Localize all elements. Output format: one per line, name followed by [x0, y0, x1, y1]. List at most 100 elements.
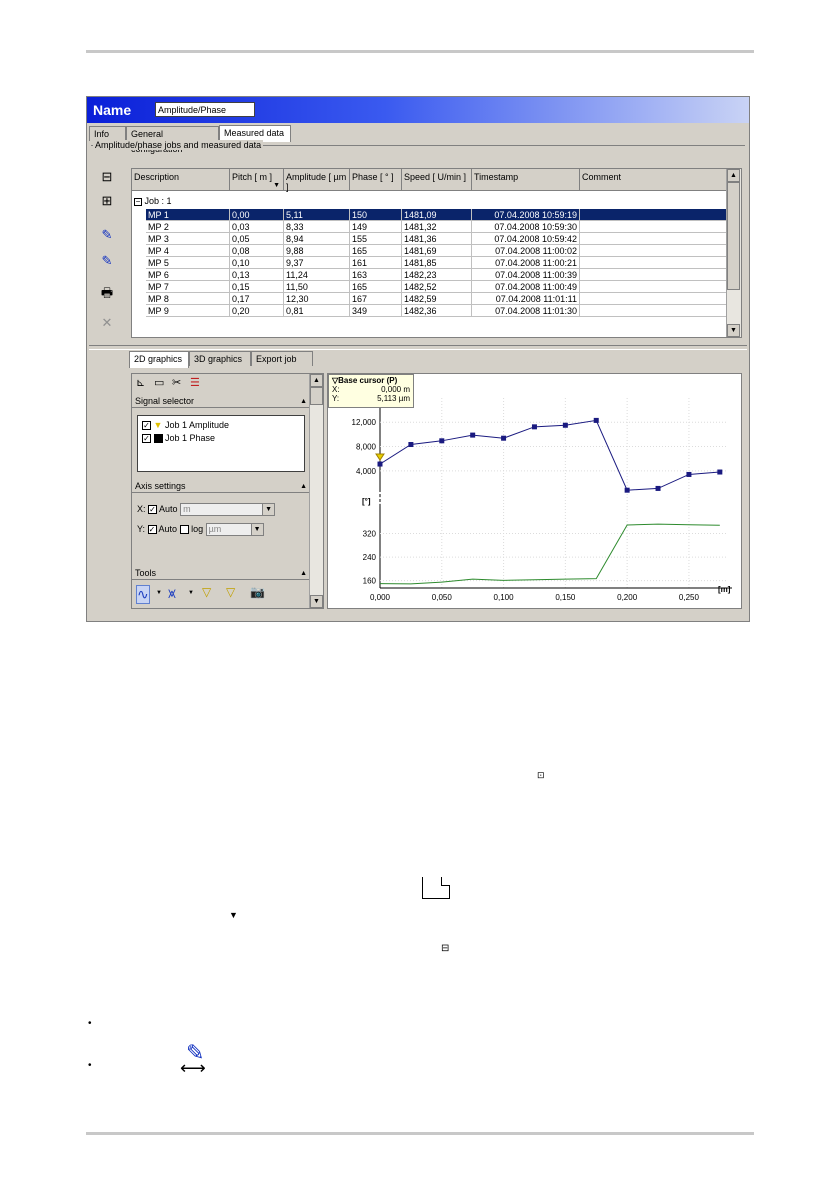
table-cell: MP 4	[146, 245, 230, 257]
table-cell: 9,88	[284, 245, 350, 257]
axis-settings-header[interactable]: Axis settings ▲	[132, 480, 310, 493]
signal-item-phase[interactable]: ✓ Job 1 Phase	[142, 432, 215, 444]
job-collapse-icon[interactable]: −	[134, 197, 142, 206]
edit-measure-icon[interactable]: ✎	[97, 251, 117, 271]
amplitude-series-line	[379, 419, 720, 491]
dropdown-small-icon[interactable]: ▼	[188, 590, 194, 596]
table-cell: 07.04.2008 10:59:42	[472, 233, 580, 245]
table-row[interactable]: MP 2 0,03 8,33 149 1481,32 07.04.2008 10:59:3…	[132, 221, 728, 233]
table-row[interactable]: MP 6 0,13 11,24 163 1482,23 07.04.2008 11:00:…	[132, 269, 728, 281]
col-header-description[interactable]: Description	[132, 169, 230, 191]
tab-info[interactable]: Info	[89, 126, 126, 141]
table-cell: MP 3	[146, 233, 230, 245]
window-icon[interactable]: ▭	[154, 376, 164, 389]
y-axis-row: Y: ✓ Auto log µm ▼	[137, 522, 264, 537]
panel-scrollbar[interactable]: ▲ ▼	[309, 374, 323, 608]
cursor-title: Base cursor (P)	[338, 376, 398, 385]
col-header-amplitude[interactable]: Amplitude [ µm ]	[284, 169, 350, 192]
collapse-all-icon[interactable]: ⊟	[97, 167, 117, 187]
collapse-up-icon[interactable]: ▲	[300, 567, 307, 580]
peak-tool-icon[interactable]: ⩙	[168, 585, 176, 602]
table-row[interactable]: MP 8 0,17 12,30 167 1482,59 07.04.2008 11:01:…	[132, 293, 728, 305]
cursor-y-label: Y:	[332, 394, 340, 403]
edit-pencil-icon[interactable]: ✎	[97, 225, 117, 245]
table-row[interactable]: MP 9 0,20 0,81 349 1482,36 07.04.2008 11:01:3…	[132, 305, 728, 317]
collapse-up-icon[interactable]: ▲	[300, 480, 307, 493]
col-header-pitch[interactable]: Pitch [ m ] ▼	[230, 169, 284, 191]
col-header-comment[interactable]: Comment	[580, 169, 728, 191]
y-auto-checkbox[interactable]: ✓	[147, 525, 157, 535]
signal-amplitude-checkbox[interactable]: ✓	[142, 421, 151, 431]
splitter[interactable]	[89, 345, 747, 350]
chevron-down-icon[interactable]: ▼	[262, 504, 275, 516]
new-document-icon	[422, 877, 450, 899]
tab-3d-graphics[interactable]: 3D graphics	[189, 351, 251, 366]
table-row[interactable]: MP 7 0,15 11,50 165 1482,52 07.04.2008 11:00:…	[132, 281, 728, 293]
x-auto-checkbox[interactable]: ✓	[148, 505, 158, 515]
expand-all-icon[interactable]: ⊞	[97, 191, 117, 211]
y-log-checkbox[interactable]	[179, 525, 189, 535]
sort-descending-icon: ▼	[229, 910, 238, 920]
x-unit-label: [m]	[718, 585, 731, 594]
table-row[interactable]: MP 5 0,10 9,37 161 1481,85 07.04.2008 11:00:2…	[132, 257, 728, 269]
scroll-up-icon[interactable]: ▲	[727, 169, 740, 182]
table-cell: 11,24	[284, 269, 350, 281]
table-row[interactable]: MP 4 0,08 9,88 165 1481,69 07.04.2008 11:00:0…	[132, 245, 728, 257]
plot-area[interactable]: 0,0000,0500,1000,1500,2000,250[µm][°][m]…	[327, 373, 742, 609]
signal-selector-header[interactable]: Signal selector ▲	[132, 395, 310, 408]
col-header-pitch-label: Pitch [ m ]	[232, 172, 273, 182]
base-cursor-box[interactable]: ▽Base cursor (P) X: 0,000 m Y: 5,113 µm	[328, 374, 414, 408]
dropdown-small-icon[interactable]: ▼	[156, 590, 162, 596]
scroll-down-icon[interactable]: ▼	[727, 324, 740, 337]
color-list-icon[interactable]: ☰	[190, 376, 200, 389]
y-log-label: log	[191, 524, 204, 534]
col-header-timestamp[interactable]: Timestamp	[472, 169, 580, 191]
table-row[interactable]: MP 1 0,00 5,11 150 1481,09 07.04.2008 10:59:1…	[132, 209, 728, 221]
table-cell: 0,15	[230, 281, 284, 293]
print-icon[interactable]: 🖶	[97, 283, 117, 303]
col-header-speed[interactable]: Speed [ U/min ]	[402, 169, 472, 191]
line-tool-icon[interactable]: ∿	[136, 585, 150, 604]
y-unit-select[interactable]: µm ▼	[205, 523, 264, 537]
signal-phase-checkbox[interactable]: ✓	[142, 434, 151, 444]
job-group-row[interactable]: − Job : 1	[134, 195, 172, 207]
scroll-down-icon[interactable]: ▼	[310, 595, 323, 608]
col-header-phase[interactable]: Phase [ ° ]	[350, 169, 402, 191]
tab-export-job[interactable]: Export job	[251, 351, 313, 366]
table-cell: 0,17	[230, 293, 284, 305]
tools-icon[interactable]: ✂	[172, 376, 181, 389]
name-input[interactable]: Amplitude/Phase	[155, 102, 255, 117]
chevron-down-icon[interactable]: ▼	[250, 524, 263, 536]
axis-layout-icon[interactable]: ⊾	[136, 376, 145, 389]
table-cell: 0,20	[230, 305, 284, 317]
camera-icon[interactable]: 📷	[250, 585, 265, 599]
scroll-up-icon[interactable]: ▲	[310, 374, 323, 387]
delete-icon[interactable]: ✕	[97, 313, 117, 333]
amplitude-point	[717, 469, 723, 475]
tools-header[interactable]: Tools ▲	[132, 567, 310, 580]
chart-svg[interactable]: 0,0000,0500,1000,1500,2000,250[µm][°][m]…	[328, 374, 741, 608]
table-scrollbar[interactable]: ▲ ▼	[726, 169, 741, 337]
signal-item-amplitude[interactable]: ✓ ▼ Job 1 Amplitude	[142, 419, 229, 431]
tab-2d-graphics[interactable]: 2D graphics	[129, 351, 189, 368]
cursor-delete-icon[interactable]: ▽	[202, 585, 211, 599]
name-label: Name	[93, 102, 132, 118]
table-cell: 165	[350, 281, 402, 293]
table-row[interactable]: MP 3 0,05 8,94 155 1481,36 07.04.2008 10:59:4…	[132, 233, 728, 245]
y-axis-label: Y:	[137, 524, 146, 534]
axis-settings-title: Axis settings	[135, 481, 186, 491]
x-unit-select[interactable]: m ▼	[180, 503, 276, 517]
collapse-up-icon[interactable]: ▲	[300, 395, 307, 408]
table-cell	[580, 293, 728, 305]
double-arrow-icon: ⟷	[180, 1058, 206, 1078]
collapse-all-icon: ⊟	[441, 943, 450, 954]
y-tick-label-phase: 320	[363, 530, 377, 539]
scroll-thumb[interactable]	[310, 387, 323, 405]
cursor-zoom-icon[interactable]: ▽	[226, 585, 235, 599]
scroll-thumb[interactable]	[727, 182, 740, 290]
cursor-x-label: X:	[332, 385, 340, 394]
tab-general-configuration[interactable]: General configuration	[126, 126, 219, 154]
signal-list: ✓ ▼ Job 1 Amplitude ✓ Job 1 Phase	[137, 415, 305, 472]
y-auto-label: Auto	[158, 524, 178, 534]
bullet-icon: •	[88, 1060, 92, 1071]
